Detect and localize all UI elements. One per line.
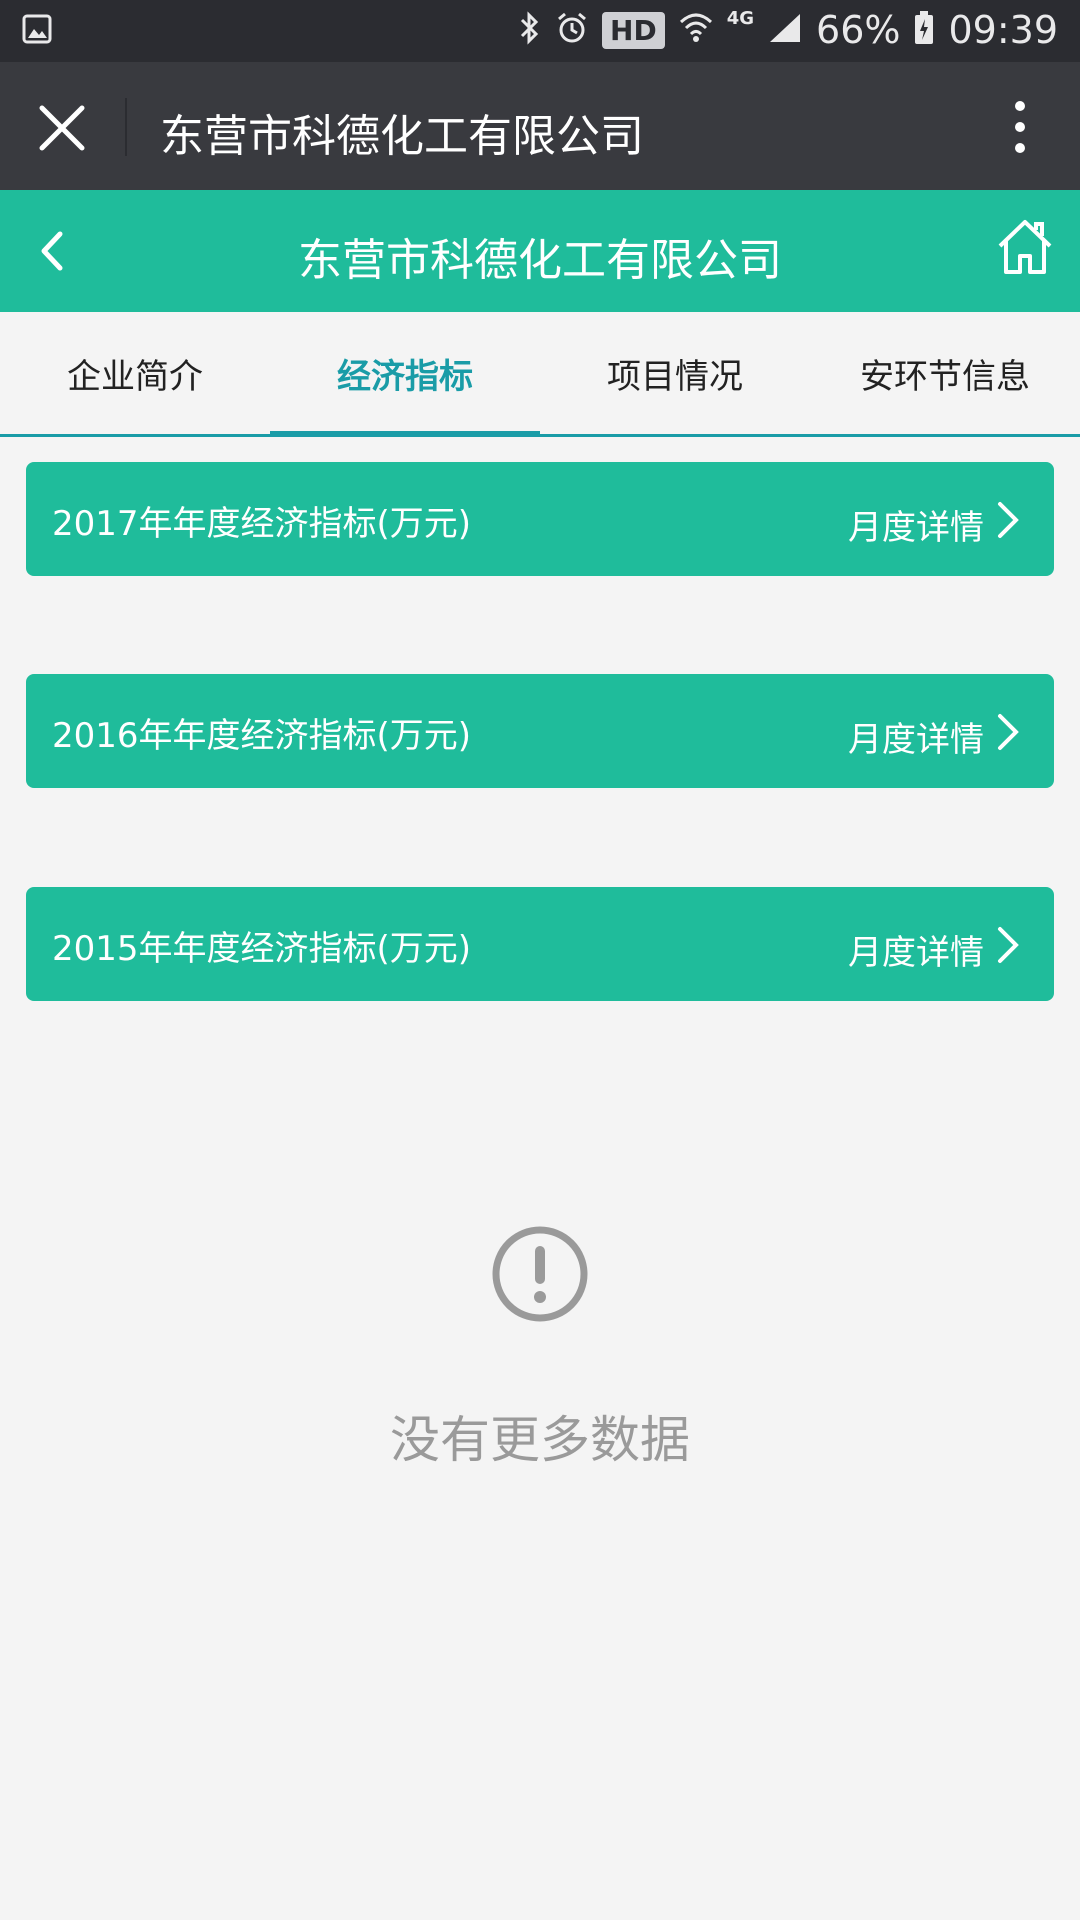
- tab-bar: 企业简介 经济指标 项目情况 安环节信息: [0, 312, 1080, 437]
- tab-safety-environment-info[interactable]: 安环节信息: [810, 312, 1080, 434]
- alarm-icon: [556, 11, 588, 49]
- monthly-details-link[interactable]: 月度详情: [848, 500, 984, 549]
- home-icon[interactable]: [994, 216, 1056, 278]
- monthly-details-link[interactable]: 月度详情: [848, 925, 984, 974]
- more-options-icon[interactable]: [1000, 96, 1040, 158]
- exclamation-circle-icon: [490, 1224, 590, 1324]
- tab-economic-indicators[interactable]: 经济指标: [270, 312, 540, 437]
- no-more-data-message: 没有更多数据: [390, 1411, 690, 1469]
- tab-company-intro[interactable]: 企业简介: [0, 312, 270, 434]
- chevron-right-icon: [996, 925, 1020, 965]
- clock: 09:39: [948, 8, 1058, 52]
- divider: [125, 98, 127, 156]
- chevron-right-icon: [996, 500, 1020, 540]
- card-title: 2015年年度经济指标(万元): [52, 929, 472, 969]
- indicator-card-2015[interactable]: 2015年年度经济指标(万元) 月度详情: [26, 887, 1054, 1001]
- tab-project-status[interactable]: 项目情况: [540, 312, 810, 434]
- battery-percent: 66%: [816, 8, 901, 52]
- status-bar: HD 4G 66% 09:39: [0, 0, 1080, 62]
- page-title: 东营市科德化工有限公司: [298, 235, 782, 286]
- card-title: 2016年年度经济指标(万元): [52, 716, 472, 756]
- bluetooth-icon: [518, 10, 542, 50]
- chevron-right-icon: [996, 712, 1020, 752]
- indicator-card-2017[interactable]: 2017年年度经济指标(万元) 月度详情: [26, 462, 1054, 576]
- hd-badge: HD: [602, 11, 665, 49]
- wechat-page-title: 东营市科德化工有限公司: [160, 111, 644, 162]
- app-header: 东营市科德化工有限公司: [0, 190, 1080, 312]
- gallery-notification-icon: [22, 14, 52, 48]
- card-title: 2017年年度经济指标(万元): [52, 504, 472, 544]
- monthly-details-link[interactable]: 月度详情: [848, 712, 984, 761]
- battery-icon: [914, 11, 934, 49]
- network-type: 4G: [726, 7, 755, 29]
- close-icon[interactable]: [34, 100, 90, 156]
- indicator-card-2016[interactable]: 2016年年度经济指标(万元) 月度详情: [26, 674, 1054, 788]
- wifi-icon: [679, 10, 713, 50]
- signal-icon: [768, 12, 802, 48]
- wechat-top-bar: 东营市科德化工有限公司: [0, 62, 1080, 190]
